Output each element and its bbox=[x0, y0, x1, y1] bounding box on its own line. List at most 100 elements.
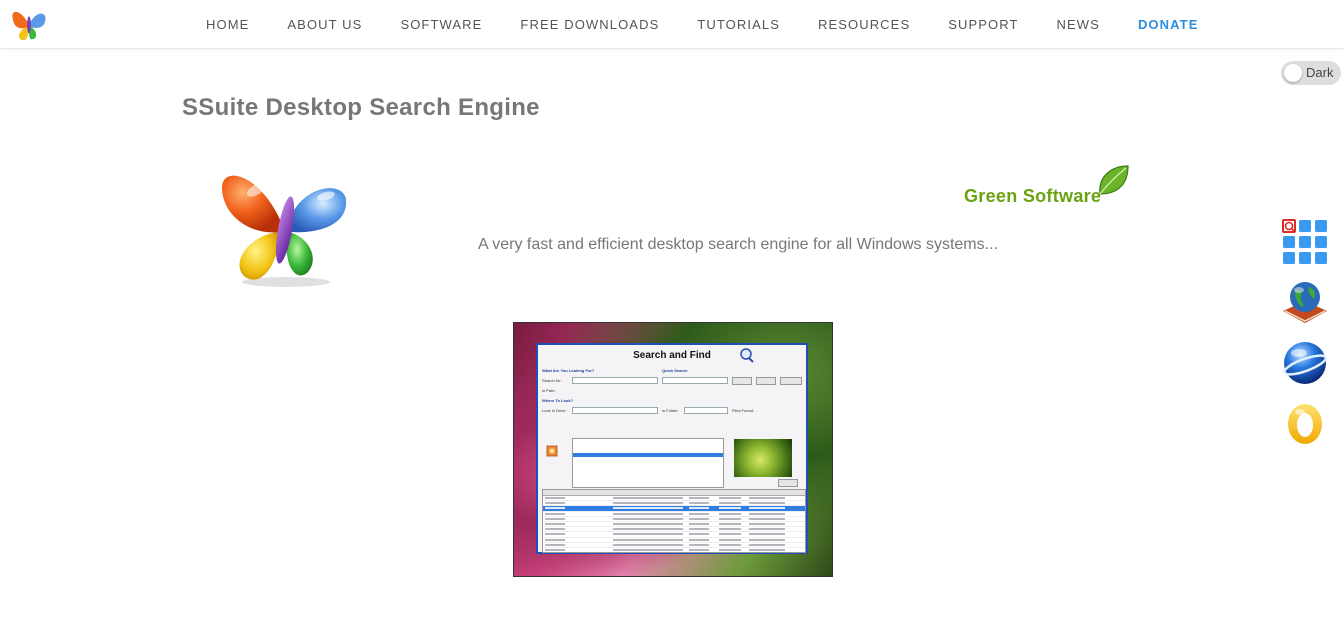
nav-free-downloads-link[interactable]: FREE DOWNLOADS bbox=[520, 17, 659, 32]
table-cell bbox=[613, 502, 683, 504]
table-cell bbox=[545, 497, 565, 499]
table-cell bbox=[545, 528, 565, 530]
preview-files-found-label: Files Found: bbox=[732, 408, 754, 413]
table-cell bbox=[749, 507, 785, 509]
table-cell bbox=[749, 549, 785, 551]
green-software-text: Green Software bbox=[964, 186, 1101, 207]
preview-button bbox=[732, 377, 752, 385]
nav-support-link[interactable]: SUPPORT bbox=[948, 17, 1018, 32]
preview-quick-search-label: Quick Search bbox=[662, 368, 688, 373]
preview-looking-for-label: What Are You Looking For? bbox=[542, 368, 594, 373]
table-cell bbox=[545, 513, 565, 515]
table-cell bbox=[689, 539, 709, 541]
nav-about-link[interactable]: ABOUT US bbox=[287, 17, 362, 32]
preview-app-window: Search and Find What Are You Looking For… bbox=[536, 343, 808, 554]
preview-folder-select bbox=[684, 407, 728, 414]
table-cell bbox=[613, 518, 683, 520]
table-cell bbox=[719, 518, 741, 520]
blue-orb-browser-icon[interactable] bbox=[1281, 339, 1329, 387]
tree-row bbox=[573, 476, 723, 481]
table-cell bbox=[613, 549, 683, 551]
table-cell bbox=[689, 513, 709, 515]
table-cell bbox=[719, 533, 741, 535]
table-cell bbox=[689, 549, 709, 551]
table-cell bbox=[545, 507, 565, 509]
table-cell bbox=[545, 549, 565, 551]
table-cell bbox=[689, 533, 709, 535]
table-cell bbox=[545, 544, 565, 546]
nav-donate-link[interactable]: DONATE bbox=[1138, 17, 1199, 32]
product-tagline: A very fast and efficient desktop search… bbox=[478, 236, 998, 254]
preview-folder-label: in Folder: bbox=[662, 408, 679, 413]
preview-thumbnail bbox=[734, 439, 792, 477]
preview-drive-select bbox=[572, 407, 658, 414]
preview-in-path-label: in Path: bbox=[542, 388, 556, 393]
table-cell bbox=[689, 544, 709, 546]
preview-search-for-label: Search for: bbox=[542, 378, 562, 383]
green-software-logo: Green Software bbox=[962, 164, 1132, 210]
table-cell bbox=[689, 507, 709, 509]
table-cell bbox=[613, 523, 683, 525]
table-cell bbox=[749, 544, 785, 546]
preview-delete-button bbox=[778, 479, 798, 487]
table-cell bbox=[749, 523, 785, 525]
table-cell bbox=[689, 528, 709, 530]
table-cell bbox=[545, 523, 565, 525]
toggle-knob bbox=[1284, 64, 1302, 82]
table-cell bbox=[719, 528, 741, 530]
table-cell bbox=[545, 533, 565, 535]
table-cell bbox=[749, 533, 785, 535]
preview-search-field bbox=[572, 377, 658, 384]
image-file-icon bbox=[546, 445, 558, 457]
table-cell bbox=[749, 497, 785, 499]
globe-book-icon[interactable] bbox=[1281, 277, 1329, 325]
table-cell bbox=[749, 518, 785, 520]
nav-news-link[interactable]: NEWS bbox=[1057, 17, 1100, 32]
table-cell bbox=[689, 518, 709, 520]
dark-mode-label: Dark bbox=[1306, 65, 1333, 80]
table-cell bbox=[613, 533, 683, 535]
preview-drive-label: Look in Drive: bbox=[542, 408, 566, 413]
table-cell bbox=[613, 513, 683, 515]
preview-folder-tree bbox=[572, 438, 724, 488]
nav-tutorials-link[interactable]: TUTORIALS bbox=[697, 17, 780, 32]
table-cell bbox=[689, 523, 709, 525]
nav-resources-link[interactable]: RESOURCES bbox=[818, 17, 910, 32]
table-cell bbox=[719, 523, 741, 525]
table-cell bbox=[689, 502, 709, 504]
table-cell bbox=[749, 513, 785, 515]
preview-button bbox=[756, 377, 776, 385]
table-cell bbox=[545, 502, 565, 504]
preview-window-title: Search and Find bbox=[538, 350, 806, 361]
top-navigation: HOME ABOUT US SOFTWARE FREE DOWNLOADS TU… bbox=[0, 0, 1344, 49]
table-cell bbox=[719, 502, 741, 504]
table-cell bbox=[689, 497, 709, 499]
table-cell bbox=[613, 497, 683, 499]
table-cell bbox=[719, 513, 741, 515]
magnifier-icon bbox=[738, 347, 756, 363]
preview-quick-select bbox=[662, 377, 728, 384]
table-cell bbox=[719, 507, 741, 509]
table-cell bbox=[719, 544, 741, 546]
table-cell bbox=[545, 539, 565, 541]
nav-home-link[interactable]: HOME bbox=[206, 17, 249, 32]
product-screenshot[interactable]: Search and Find What Are You Looking For… bbox=[513, 322, 833, 577]
table-cell bbox=[613, 544, 683, 546]
preview-where-label: Where To Look? bbox=[542, 398, 573, 403]
nav-links: HOME ABOUT US SOFTWARE FREE DOWNLOADS TU… bbox=[206, 0, 1236, 48]
leaf-icon bbox=[1096, 164, 1130, 196]
butterfly-logo-icon bbox=[216, 166, 350, 288]
table-cell bbox=[719, 497, 741, 499]
table-cell bbox=[613, 507, 683, 509]
dark-mode-toggle[interactable]: Dark bbox=[1281, 61, 1341, 85]
table-cell bbox=[749, 539, 785, 541]
office-ring-icon[interactable] bbox=[1281, 400, 1329, 448]
table-cell bbox=[613, 539, 683, 541]
app-grid-search-icon[interactable] bbox=[1281, 218, 1329, 266]
table-cell bbox=[749, 502, 785, 504]
table-cell bbox=[719, 539, 741, 541]
nav-software-link[interactable]: SOFTWARE bbox=[400, 17, 482, 32]
butterfly-logo-icon[interactable] bbox=[10, 6, 48, 42]
page-title: SSuite Desktop Search Engine bbox=[182, 94, 540, 122]
table-cell bbox=[719, 549, 741, 551]
